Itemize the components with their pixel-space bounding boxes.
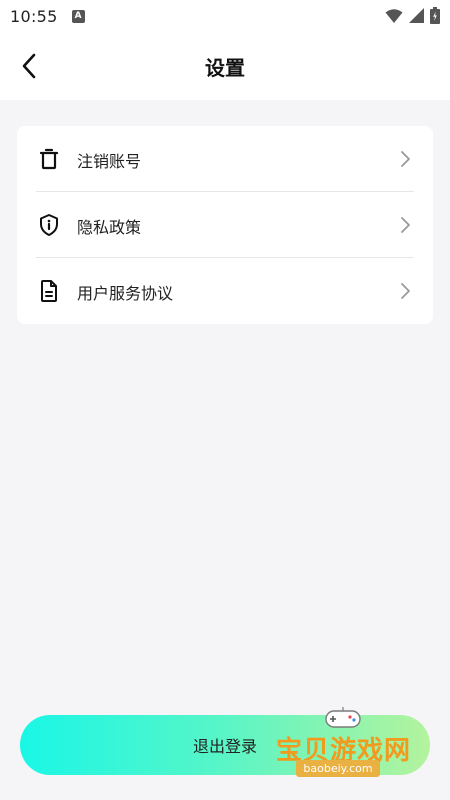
status-icons (385, 7, 440, 24)
menu-item-user-agreement[interactable]: 用户服务协议 (17, 258, 433, 324)
cellular-signal-icon (409, 8, 424, 23)
chevron-right-icon (401, 217, 410, 233)
notification-icon: A (71, 9, 85, 23)
page-title: 设置 (205, 56, 245, 80)
gamepad-icon (325, 707, 361, 728)
chevron-right-icon (401, 151, 410, 167)
menu-item-label: 隐私政策 (77, 218, 142, 237)
nav-bar: 设置 (0, 32, 450, 100)
menu-item-label: 注销账号 (77, 152, 142, 171)
menu-item-privacy-policy[interactable]: 隐私政策 (17, 192, 433, 258)
logout-label: 退出登录 (192, 737, 257, 756)
watermark-logo: 宝贝游戏网 baobeiy.com (276, 704, 426, 780)
watermark-url: baobeiy.com (296, 760, 380, 777)
menu-item-cancel-account[interactable]: 注销账号 (17, 126, 433, 192)
shield-info-icon (40, 214, 58, 236)
status-bar: 10:55 A (0, 0, 450, 32)
trash-icon (39, 148, 59, 170)
settings-menu: 注销账号 隐私政策 用户服务协议 (17, 126, 433, 324)
battery-icon (430, 7, 440, 24)
wifi-icon (385, 8, 403, 23)
menu-item-label: 用户服务协议 (77, 284, 174, 303)
chevron-right-icon (401, 283, 410, 299)
status-time: 10:55 (10, 6, 58, 26)
document-icon (41, 280, 57, 302)
